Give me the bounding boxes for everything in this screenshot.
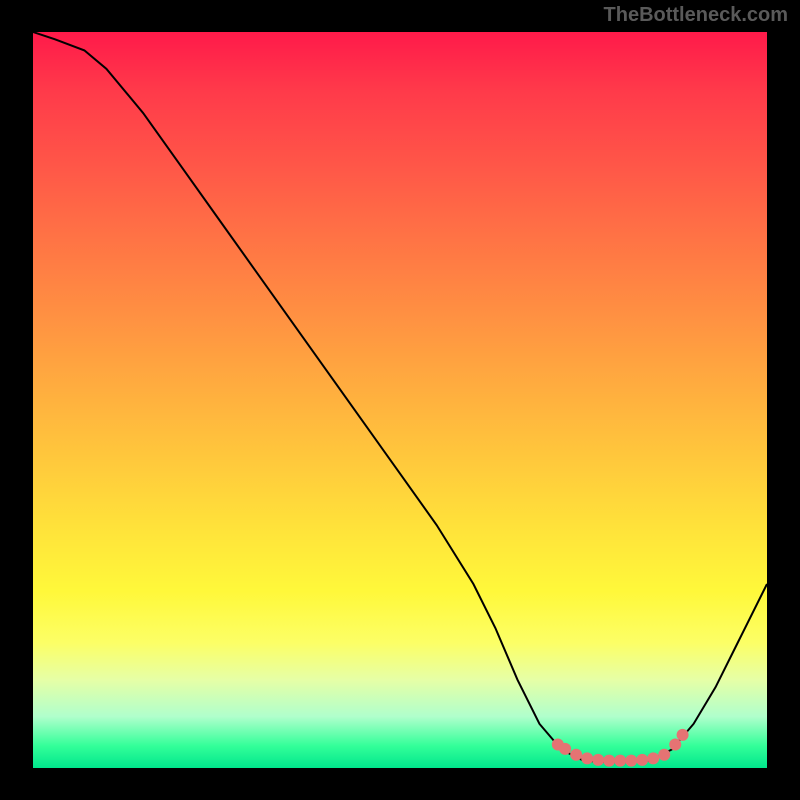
chart-plot-area	[33, 32, 767, 768]
curve-marker	[625, 755, 637, 767]
curve-marker	[592, 754, 604, 766]
curve-overlay	[33, 32, 767, 768]
curve-marker	[570, 749, 582, 761]
curve-marker	[669, 738, 681, 750]
bottleneck-curve	[33, 32, 767, 762]
curve-marker	[559, 743, 571, 755]
watermark-label: TheBottleneck.com	[604, 4, 788, 27]
curve-marker	[581, 752, 593, 764]
curve-marker	[603, 755, 615, 767]
curve-marker	[658, 749, 670, 761]
curve-marker	[677, 729, 689, 741]
curve-marker	[614, 755, 626, 767]
curve-marker	[636, 754, 648, 766]
curve-marker	[647, 752, 659, 764]
